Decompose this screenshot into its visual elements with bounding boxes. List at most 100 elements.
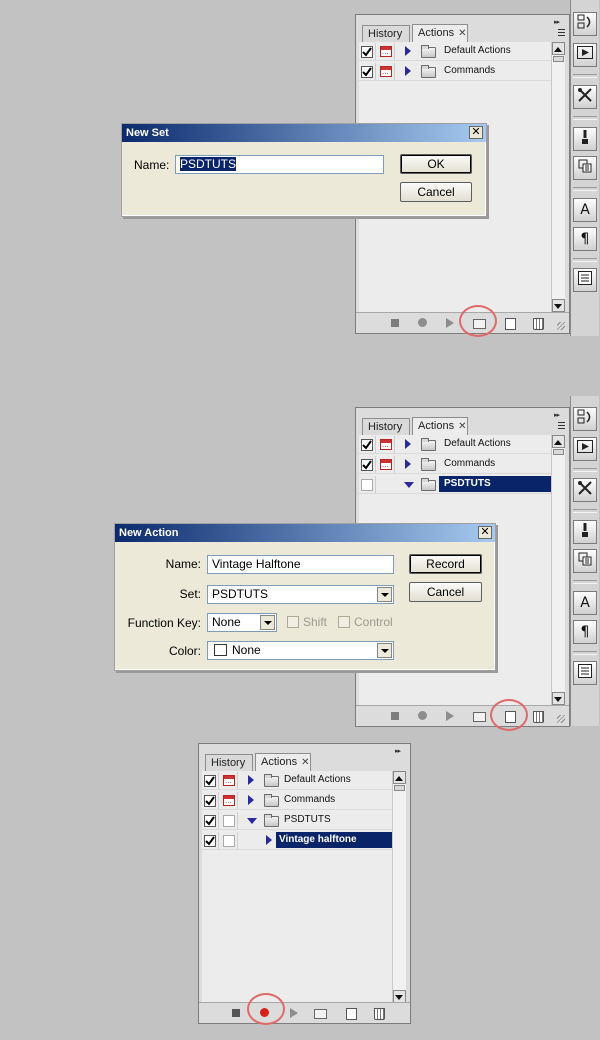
- paragraph-icon[interactable]: ¶: [573, 227, 597, 251]
- dialog-toggle-empty[interactable]: [223, 815, 235, 827]
- chevron-down-icon[interactable]: [260, 615, 275, 630]
- actions-icon[interactable]: [573, 437, 597, 461]
- collapse-arrow-icon[interactable]: [404, 482, 414, 488]
- collapse-arrow-icon[interactable]: [247, 818, 257, 824]
- scroll-up-button[interactable]: [393, 771, 406, 784]
- scroll-down-button[interactable]: [552, 299, 565, 312]
- dialog-toggle-icon[interactable]: [380, 66, 392, 77]
- toggle-checkbox[interactable]: [361, 46, 373, 58]
- list-item[interactable]: PSDTUTS: [359, 475, 552, 494]
- panel-menu-icon[interactable]: [555, 29, 565, 37]
- expand-arrow-icon[interactable]: [405, 459, 411, 469]
- close-icon[interactable]: ✕: [478, 526, 492, 539]
- toggle-checkbox[interactable]: [204, 835, 216, 847]
- tab-actions[interactable]: Actions ✕: [412, 417, 468, 435]
- scrollbar[interactable]: [551, 42, 565, 312]
- paragraph-icon[interactable]: ¶: [573, 620, 597, 644]
- record-button[interactable]: Record: [409, 554, 482, 574]
- close-icon[interactable]: ✕: [469, 126, 483, 139]
- panel-menu-icon[interactable]: [555, 422, 565, 430]
- trash-icon[interactable]: [374, 1008, 385, 1020]
- list-item[interactable]: Default Actions: [359, 42, 552, 61]
- stop-icon[interactable]: [391, 712, 399, 720]
- scroll-up-button[interactable]: [552, 435, 565, 448]
- expand-arrow-icon[interactable]: [405, 66, 411, 76]
- record-icon[interactable]: [418, 318, 427, 327]
- actions-icon[interactable]: [573, 43, 597, 67]
- brushes-icon[interactable]: [573, 520, 597, 544]
- tab-history[interactable]: History: [362, 418, 410, 435]
- layer-comps-icon[interactable]: [573, 661, 597, 685]
- tab-actions[interactable]: Actions ✕: [255, 753, 311, 771]
- function-key-select[interactable]: None: [207, 613, 277, 632]
- close-tab-icon[interactable]: ✕: [458, 421, 466, 432]
- tool-presets-icon[interactable]: [573, 85, 597, 109]
- dialog-toggle-icon[interactable]: [223, 775, 235, 786]
- play-icon[interactable]: [446, 711, 454, 721]
- scrollbar[interactable]: [551, 435, 565, 705]
- dialog-toggle-icon[interactable]: [223, 795, 235, 806]
- dialog-toggle-empty[interactable]: [223, 835, 235, 847]
- list-item[interactable]: Default Actions: [359, 435, 552, 454]
- history-icon[interactable]: [573, 407, 597, 431]
- scroll-up-button[interactable]: [552, 42, 565, 55]
- toggle-checkbox[interactable]: [204, 815, 216, 827]
- play-icon[interactable]: [446, 318, 454, 328]
- trash-icon[interactable]: [533, 318, 544, 330]
- new-set-icon[interactable]: [473, 712, 486, 722]
- ok-button[interactable]: OK: [400, 154, 472, 174]
- toggle-checkbox[interactable]: [361, 479, 373, 491]
- resize-grip-icon[interactable]: [557, 322, 565, 330]
- tool-presets-icon[interactable]: [573, 478, 597, 502]
- clone-source-icon[interactable]: [573, 549, 597, 573]
- new-set-icon[interactable]: [314, 1009, 327, 1019]
- character-icon[interactable]: A: [573, 198, 597, 222]
- list-item[interactable]: Commands: [359, 62, 552, 81]
- cancel-button[interactable]: Cancel: [400, 182, 472, 202]
- control-checkbox[interactable]: [338, 616, 350, 628]
- collapse-arrows-icon[interactable]: ▸▸: [554, 19, 560, 27]
- dialog-toggle-icon[interactable]: [380, 46, 392, 57]
- scroll-thumb[interactable]: [394, 785, 405, 791]
- toggle-checkbox[interactable]: [204, 795, 216, 807]
- tab-history[interactable]: History: [362, 25, 410, 42]
- toggle-checkbox[interactable]: [204, 775, 216, 787]
- resize-grip-icon[interactable]: [557, 715, 565, 723]
- list-item[interactable]: Default Actions: [202, 771, 393, 790]
- chevron-down-icon[interactable]: [377, 643, 392, 658]
- expand-arrow-icon[interactable]: [248, 775, 254, 785]
- collapse-arrows-icon[interactable]: ▸▸: [395, 748, 401, 756]
- toggle-checkbox[interactable]: [361, 66, 373, 78]
- scroll-thumb[interactable]: [553, 449, 564, 455]
- expand-arrow-icon[interactable]: [266, 835, 272, 845]
- close-tab-icon[interactable]: ✕: [458, 28, 466, 39]
- stop-icon[interactable]: [232, 1009, 240, 1017]
- expand-arrow-icon[interactable]: [405, 439, 411, 449]
- list-item[interactable]: PSDTUTS: [202, 811, 393, 830]
- color-select[interactable]: None: [207, 641, 394, 660]
- tab-history[interactable]: History: [205, 754, 253, 771]
- close-tab-icon[interactable]: ✕: [301, 757, 309, 768]
- record-icon[interactable]: [418, 711, 427, 720]
- play-icon[interactable]: [290, 1008, 298, 1018]
- layer-comps-icon[interactable]: [573, 268, 597, 292]
- dialog-toggle-icon[interactable]: [380, 439, 392, 450]
- cancel-button[interactable]: Cancel: [409, 582, 482, 602]
- scrollbar[interactable]: [392, 771, 406, 1003]
- stop-icon[interactable]: [391, 319, 399, 327]
- name-field[interactable]: Vintage Halftone: [207, 555, 394, 574]
- trash-icon[interactable]: [533, 711, 544, 723]
- new-action-icon[interactable]: [346, 1008, 357, 1020]
- list-item[interactable]: Commands: [359, 455, 552, 474]
- scroll-down-button[interactable]: [552, 692, 565, 705]
- collapse-arrows-icon[interactable]: ▸▸: [554, 412, 560, 420]
- chevron-down-icon[interactable]: [377, 587, 392, 602]
- set-select[interactable]: PSDTUTS: [207, 585, 394, 604]
- list-item[interactable]: Vintage halftone: [202, 831, 393, 850]
- history-icon[interactable]: [573, 12, 597, 36]
- new-action-icon[interactable]: [505, 318, 516, 330]
- clone-source-icon[interactable]: [573, 156, 597, 180]
- brushes-icon[interactable]: [573, 127, 597, 151]
- expand-arrow-icon[interactable]: [405, 46, 411, 56]
- list-item[interactable]: Commands: [202, 791, 393, 810]
